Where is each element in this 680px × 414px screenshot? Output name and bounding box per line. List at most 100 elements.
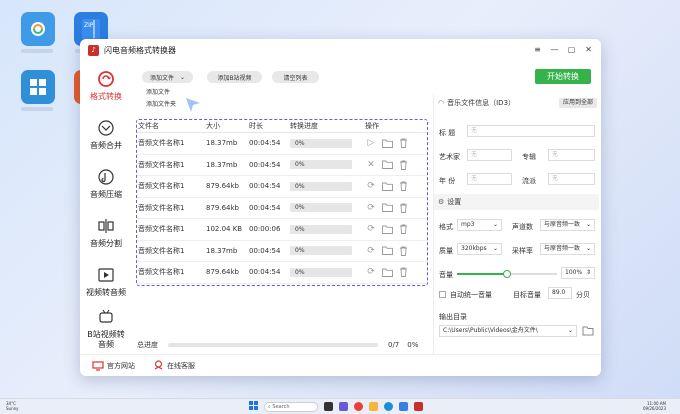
- sidebar-item-split[interactable]: 音频分割: [80, 216, 132, 249]
- sidebar-item-bilibili[interactable]: B站视频转音频: [80, 307, 132, 350]
- file-duration: 00:04:54: [249, 139, 281, 148]
- sidebar-item-compress[interactable]: 音频压缩: [80, 167, 132, 200]
- refresh-icon[interactable]: ⟳: [365, 266, 377, 278]
- refresh-icon[interactable]: ⟳: [365, 223, 377, 235]
- channel-select[interactable]: 与原音频一致 ⌄: [540, 219, 595, 231]
- edge-icon[interactable]: [384, 402, 393, 411]
- table-row[interactable]: 音频文件名称1 879.64kb 00:04:54 0% ⟳: [136, 198, 428, 219]
- taskbar-search[interactable]: ⌕ Search: [264, 401, 318, 412]
- volume-value-box[interactable]: 100% ⇕: [561, 267, 595, 279]
- play-icon[interactable]: ▷: [365, 137, 377, 149]
- apply-all-button[interactable]: 应用到全部: [558, 98, 597, 108]
- volume-value: 100%: [565, 269, 583, 276]
- online-service-link[interactable]: 在线客服: [153, 360, 195, 371]
- desktop-icon-app1[interactable]: [21, 12, 55, 46]
- auto-volume-checkbox[interactable]: [439, 291, 446, 298]
- folder-icon[interactable]: [381, 137, 393, 149]
- dropdown-item-add-folder[interactable]: 添加文件夹: [142, 99, 187, 111]
- dropdown-item-add-file[interactable]: 添加文件: [142, 87, 187, 99]
- folder-icon[interactable]: [381, 202, 393, 214]
- samplerate-select[interactable]: 与原音频一致 ⌄: [540, 243, 595, 255]
- table-row[interactable]: 音频文件名称1 879.64kb 00:04:54 0% ⟳: [136, 176, 428, 198]
- refresh-icon[interactable]: ⟳: [365, 180, 377, 192]
- table-row[interactable]: 音频文件名称1 18.37mb 00:04:54 0% ✕: [136, 155, 428, 176]
- artist-input[interactable]: 无: [467, 149, 512, 161]
- folder-icon[interactable]: [582, 325, 594, 338]
- title-input[interactable]: 无: [467, 125, 595, 137]
- trash-icon[interactable]: [397, 202, 409, 214]
- file-size: 879.64kb: [206, 268, 239, 277]
- progress-bar: 0%: [290, 267, 352, 277]
- explorer-icon[interactable]: [369, 402, 378, 411]
- folder-icon[interactable]: [381, 245, 393, 257]
- clear-list-button[interactable]: 清空列表: [272, 71, 319, 83]
- chat-icon[interactable]: [339, 402, 348, 411]
- taskbar-clock[interactable]: 11:00 AM 09/26/2023: [643, 401, 666, 411]
- folder-icon[interactable]: [381, 180, 393, 192]
- volume-slider-handle[interactable]: [503, 270, 511, 278]
- folder-icon[interactable]: [381, 159, 393, 171]
- weather-widget[interactable]: 34°C Sunny: [6, 401, 19, 411]
- maximize-icon[interactable]: ▢: [565, 43, 578, 56]
- table-row[interactable]: 音频文件名称1 879.64kb 00:04:54 0% ⟳: [136, 262, 428, 284]
- genre-input[interactable]: 无: [548, 173, 595, 185]
- table-row[interactable]: 音频文件名称1 18.37mb 00:04:54 0% ▷: [136, 133, 428, 155]
- volume-label: 音量: [439, 271, 453, 279]
- output-label: 输出目录: [439, 313, 467, 321]
- table-row[interactable]: 音频文件名称1 102.04 KB 00:00:06 0% ⟳: [136, 219, 428, 241]
- close-icon[interactable]: ✕: [582, 43, 595, 56]
- windows-app-icon[interactable]: [21, 70, 55, 104]
- trash-icon[interactable]: [397, 266, 409, 278]
- progress-bar: 0%: [290, 160, 352, 170]
- quality-select[interactable]: 320kbps ⌄: [457, 243, 502, 255]
- add-video-label: 添加B站视频: [217, 74, 252, 82]
- minimize-icon[interactable]: —: [548, 43, 561, 56]
- trash-icon[interactable]: [397, 245, 409, 257]
- output-path-value: C:\Users\Public\Videos\金舟文件\: [443, 327, 538, 334]
- file-size: 18.37mb: [206, 246, 238, 255]
- folder-icon[interactable]: [381, 266, 393, 278]
- refresh-icon[interactable]: ⟳: [365, 245, 377, 257]
- task-view-icon[interactable]: [324, 402, 333, 411]
- start-convert-button[interactable]: 开始转换: [535, 69, 591, 84]
- output-path-select[interactable]: C:\Users\Public\Videos\金舟文件\ ⌄: [439, 325, 577, 337]
- add-file-label: 添加文件: [149, 74, 174, 82]
- year-input[interactable]: 无: [467, 173, 512, 185]
- file-name: 音频文件名称1: [138, 160, 185, 169]
- progress-bar: 0%: [290, 246, 352, 256]
- format-select[interactable]: mp3 ⌄: [457, 219, 502, 231]
- weather-desc: Sunny: [6, 406, 19, 411]
- volume-slider[interactable]: [457, 269, 557, 279]
- table-row[interactable]: 音频文件名称1 18.37mb 00:04:54 0% ⟳: [136, 241, 428, 262]
- add-video-button[interactable]: 添加B站视频: [207, 71, 262, 83]
- file-name: 音频文件名称1: [138, 225, 185, 234]
- folder-icon[interactable]: [381, 223, 393, 235]
- footer: 官方网站 在线客服: [80, 354, 601, 376]
- stepper-icon: ⇕: [585, 269, 591, 276]
- official-website-label: 官方网站: [107, 361, 135, 370]
- refresh-icon[interactable]: ⟳: [365, 202, 377, 214]
- audio-converter-taskbar-icon[interactable]: [414, 402, 423, 411]
- cancel-icon[interactable]: ✕: [365, 159, 377, 171]
- trash-icon[interactable]: [397, 180, 409, 192]
- store-icon[interactable]: [399, 402, 408, 411]
- trash-icon[interactable]: [397, 137, 409, 149]
- target-volume-input[interactable]: 89.0: [548, 287, 572, 299]
- trash-icon[interactable]: [397, 223, 409, 235]
- music-note-icon: ♪: [88, 44, 99, 56]
- album-input[interactable]: 无: [548, 149, 595, 161]
- sidebar-item-convert[interactable]: 格式转换: [80, 69, 132, 102]
- sidebar-item-merge[interactable]: 音频合并: [80, 118, 132, 151]
- official-website-link[interactable]: 官方网站: [92, 360, 135, 371]
- add-file-button[interactable]: 添加文件 ⌄: [142, 71, 193, 83]
- windows-start-icon[interactable]: [249, 401, 258, 412]
- trash-icon[interactable]: [397, 159, 409, 171]
- sidebar-item-video[interactable]: 视频转音频: [80, 265, 132, 298]
- menu-icon[interactable]: ≡: [531, 43, 544, 56]
- total-progress-label: 总进度: [137, 341, 158, 349]
- total-progress-percent: 0%: [407, 341, 419, 349]
- chrome-icon[interactable]: [354, 402, 363, 411]
- online-service-label: 在线客服: [167, 361, 195, 370]
- file-size: 18.37mb: [206, 160, 238, 169]
- progress-cell: 0%: [290, 138, 361, 148]
